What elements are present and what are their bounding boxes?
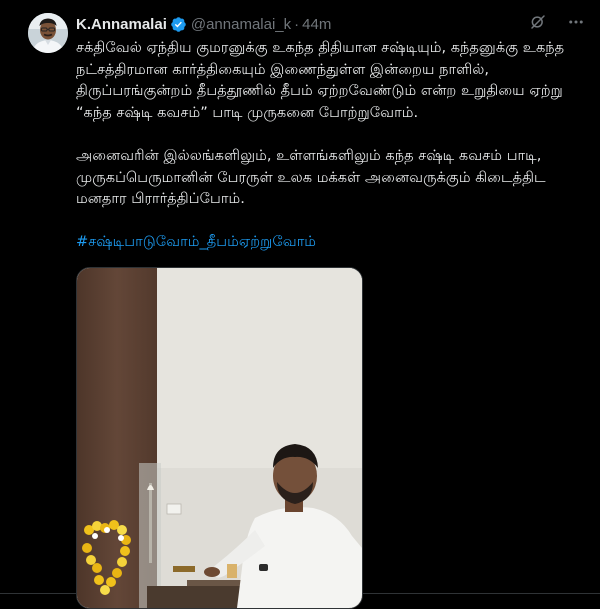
avatar[interactable]: [28, 13, 68, 53]
tweet-text: சக்திவேல் ஏந்திய குமரனுக்கு உகந்த திதியா…: [76, 37, 586, 253]
tweet[interactable]: K.Annamalai @annamalai_k · 44m சக்திவேல்…: [0, 0, 600, 609]
hashtag-link[interactable]: #சஷ்டிபாடுவோம்_தீபம்ஏற்றுவோம்: [76, 233, 316, 250]
post-media-image[interactable]: [76, 267, 363, 609]
post-paragraph-1: சக்திவேல் ஏந்திய குமரனுக்கு உகந்த திதியா…: [76, 39, 565, 121]
author-handle[interactable]: @annamalai_k: [191, 16, 291, 33]
header-actions: [528, 12, 586, 32]
tweet-header: K.Annamalai @annamalai_k · 44m: [76, 13, 331, 35]
more-horizontal-icon[interactable]: [566, 12, 586, 32]
avatar-image: [28, 13, 68, 53]
verified-badge-icon[interactable]: [170, 16, 187, 33]
post-paragraph-2: அனைவரின் இல்லங்களிலும், உள்ளங்களிலும் கந…: [76, 146, 546, 208]
separator-dot: ·: [294, 15, 300, 33]
post-timestamp[interactable]: 44m: [302, 16, 331, 33]
media-photo: [77, 268, 362, 608]
author-name[interactable]: K.Annamalai: [76, 16, 167, 33]
grok-icon[interactable]: [528, 12, 548, 32]
